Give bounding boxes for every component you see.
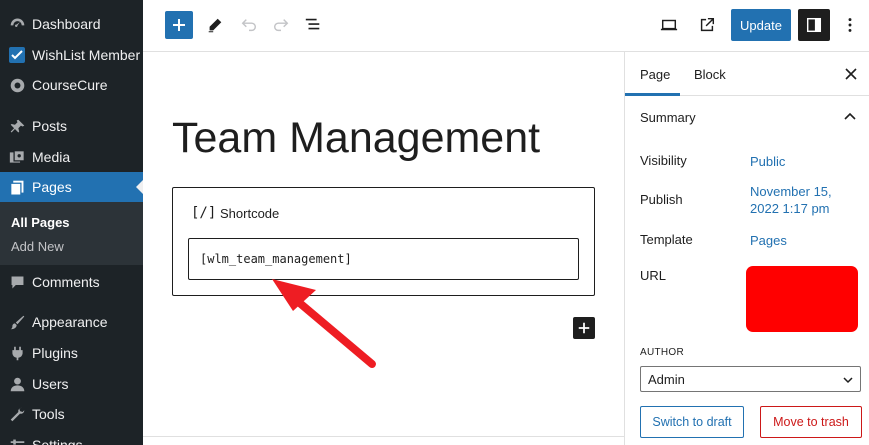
publish-time-line: 2022 1:17 pm xyxy=(750,201,830,216)
external-link-icon xyxy=(700,17,715,32)
brush-icon xyxy=(8,313,26,331)
menu-label: Tools xyxy=(32,406,65,422)
url-label: URL xyxy=(640,268,667,283)
redo-button[interactable] xyxy=(269,13,293,37)
pages-icon xyxy=(8,178,26,196)
tab-block[interactable]: Block xyxy=(694,67,726,82)
menu-label: WishList Member xyxy=(32,47,141,63)
url-redaction xyxy=(746,266,858,332)
publish-label: Publish xyxy=(640,192,683,207)
switch-to-draft-button[interactable]: Switch to draft xyxy=(640,406,744,438)
menu-item-dashboard[interactable]: Dashboard xyxy=(0,9,143,39)
editor-toolbar: Update xyxy=(143,0,869,52)
menu-label: Pages xyxy=(32,179,72,195)
wishlist-icon xyxy=(8,46,26,64)
menu-item-comments[interactable]: Comments xyxy=(0,267,143,297)
coursecure-icon xyxy=(8,76,26,94)
publish-date-line: November 15, xyxy=(750,184,832,199)
menu-item-tools[interactable]: Tools xyxy=(0,399,143,429)
admin-sidebar: Dashboard WishList Member CourseCure Pos… xyxy=(0,0,143,445)
sidebar-tabs: Page Block xyxy=(625,52,869,96)
menu-item-settings[interactable]: Settings xyxy=(0,430,143,445)
preview-button[interactable] xyxy=(657,13,681,37)
comment-icon xyxy=(8,273,26,291)
menu-label: Comments xyxy=(32,274,100,290)
chevron-down-icon xyxy=(843,377,853,384)
plus-icon xyxy=(173,19,185,31)
wrench-icon xyxy=(8,405,26,423)
visibility-value-link[interactable]: Public xyxy=(750,153,785,170)
author-selected-value: Admin xyxy=(648,372,685,387)
plus-icon xyxy=(578,322,590,334)
menu-item-appearance[interactable]: Appearance xyxy=(0,307,143,337)
menu-item-plugins[interactable]: Plugins xyxy=(0,338,143,368)
summary-panel-title[interactable]: Summary xyxy=(640,110,696,125)
add-block-button[interactable] xyxy=(573,317,595,339)
media-icon xyxy=(8,148,26,166)
shortcode-icon: [/] xyxy=(191,205,217,221)
menu-label: Plugins xyxy=(32,345,78,361)
shortcode-input[interactable]: [wlm_team_management] xyxy=(188,238,579,280)
menu-label: Appearance xyxy=(32,314,108,330)
editor-canvas: Team Management [/] Shortcode [wlm_team_… xyxy=(143,52,624,445)
close-sidebar-button[interactable] xyxy=(842,65,860,83)
author-select[interactable]: Admin xyxy=(640,366,861,392)
users-icon xyxy=(8,375,26,393)
author-label: AUTHOR xyxy=(640,347,685,358)
move-to-trash-button[interactable]: Move to trash xyxy=(760,406,862,438)
menu-item-coursecure[interactable]: CourseCure xyxy=(0,70,143,100)
submenu-item-add-new[interactable]: Add New xyxy=(11,239,64,254)
visibility-label: Visibility xyxy=(640,153,687,168)
menu-item-media[interactable]: Media xyxy=(0,142,143,172)
menu-label: Settings xyxy=(32,437,83,445)
close-icon xyxy=(845,68,857,80)
post-title[interactable]: Team Management xyxy=(172,114,540,163)
undo-icon xyxy=(241,19,257,32)
tab-page[interactable]: Page xyxy=(640,67,670,82)
more-options-button[interactable] xyxy=(838,13,862,37)
chevron-up-icon[interactable] xyxy=(843,110,857,124)
menu-label: CourseCure xyxy=(32,77,108,93)
sidebar-toggle-icon xyxy=(806,17,822,33)
pin-icon xyxy=(8,117,26,135)
block-inserter-button[interactable] xyxy=(165,11,193,39)
divider xyxy=(143,436,624,437)
settings-icon xyxy=(8,436,26,445)
template-value-link[interactable]: Pages xyxy=(750,232,787,249)
menu-label: Dashboard xyxy=(32,16,101,32)
block-label: Shortcode xyxy=(220,206,280,221)
menu-label: Media xyxy=(32,149,71,165)
menu-item-posts[interactable]: Posts xyxy=(0,111,143,141)
settings-sidebar: Page Block Summary Visibility Public Pub… xyxy=(624,52,869,445)
publish-date-link[interactable]: November 15, 2022 1:17 pm xyxy=(750,183,832,217)
active-indicator xyxy=(136,180,143,194)
submenu-item-all-pages[interactable]: All Pages xyxy=(11,215,70,230)
plug-icon xyxy=(8,344,26,362)
pencil-icon xyxy=(208,18,222,33)
redo-icon xyxy=(273,19,289,32)
update-button[interactable]: Update xyxy=(731,9,791,41)
dashboard-icon xyxy=(8,15,26,33)
desktop-preview-icon xyxy=(660,19,678,31)
shortcode-block[interactable]: [/] Shortcode [wlm_team_management] xyxy=(172,187,595,296)
settings-toggle-button[interactable] xyxy=(798,9,830,41)
menu-label: Users xyxy=(32,376,69,392)
pages-submenu: All Pages Add New xyxy=(0,202,143,265)
active-tab-indicator xyxy=(625,93,680,96)
undo-button[interactable] xyxy=(237,13,261,37)
menu-item-wishlist-member[interactable]: WishList Member xyxy=(0,40,143,70)
menu-item-pages[interactable]: Pages xyxy=(0,172,143,202)
list-view-icon xyxy=(305,18,320,30)
more-options-icon xyxy=(848,18,852,32)
view-page-button[interactable] xyxy=(695,13,719,37)
tools-button[interactable] xyxy=(203,13,227,37)
menu-item-users[interactable]: Users xyxy=(0,369,143,399)
list-view-button[interactable] xyxy=(301,13,325,37)
menu-label: Posts xyxy=(32,118,68,134)
template-label: Template xyxy=(640,232,693,247)
